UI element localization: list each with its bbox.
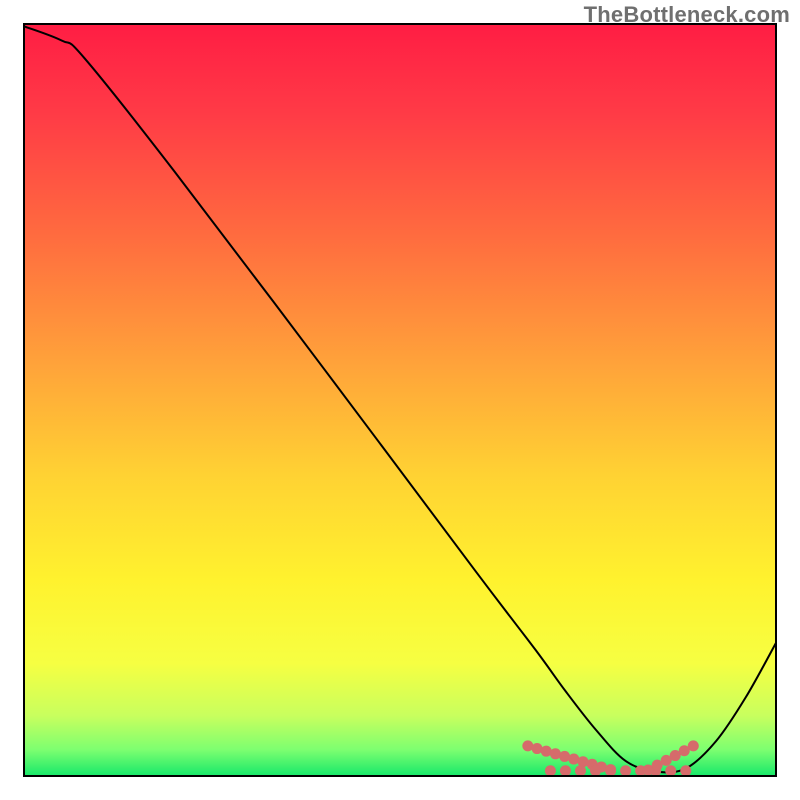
bottleneck-chart — [0, 0, 800, 800]
watermark-text: TheBottleneck.com — [584, 2, 790, 28]
chart-background-gradient — [24, 24, 776, 776]
chart-container: TheBottleneck.com — [0, 0, 800, 800]
